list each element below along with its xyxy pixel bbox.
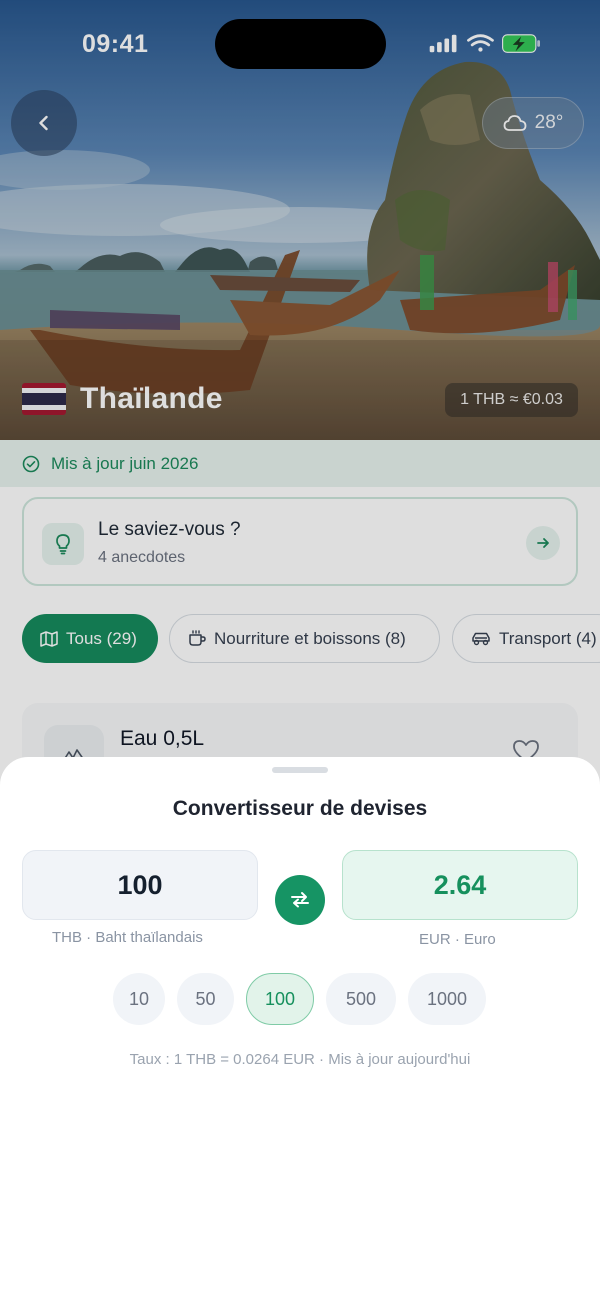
to-amount-field[interactable]: 2.64: [342, 850, 578, 920]
swap-arrows-icon: [291, 892, 309, 908]
currency-converter-sheet: Convertisseur de devises 100 2.64 THB · …: [0, 757, 600, 1304]
from-amount-field[interactable]: 100: [22, 850, 258, 920]
swap-currencies-button[interactable]: [275, 875, 325, 925]
quick-amount-1000[interactable]: 1000: [408, 973, 486, 1025]
rate-note: Taux : 1 THB = 0.0264 EUR · Mis à jour a…: [129, 1051, 471, 1068]
quick-amount-500[interactable]: 500: [326, 973, 396, 1025]
to-currency-label[interactable]: EUR · Euro: [419, 931, 496, 948]
quick-amount-50[interactable]: 50: [177, 973, 234, 1025]
sheet-grabber[interactable]: [272, 767, 328, 773]
from-currency-label[interactable]: THB · Baht thaïlandais: [52, 929, 203, 946]
quick-amount-100[interactable]: 100: [246, 973, 314, 1025]
quick-amount-10[interactable]: 10: [113, 973, 165, 1025]
sheet-title: Convertisseur de devises: [172, 797, 428, 820]
